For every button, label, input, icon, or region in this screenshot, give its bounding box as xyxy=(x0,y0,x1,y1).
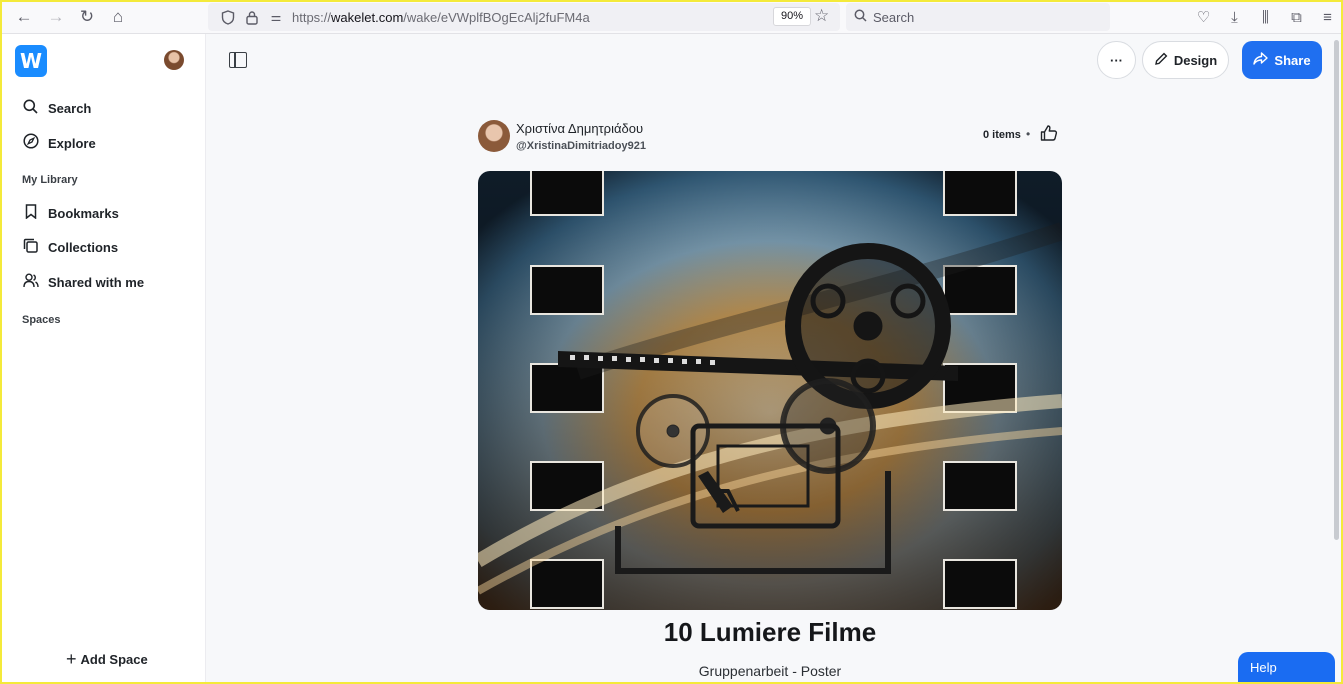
search-icon xyxy=(22,99,39,118)
home-icon[interactable]: ⌂ xyxy=(102,2,134,32)
sidebar-item-label: Bookmarks xyxy=(48,205,119,221)
url-text: https://wakelet.com/wake/eVWplfBOgEcAlj2… xyxy=(292,9,590,25)
extensions-icon[interactable]: ⧉ xyxy=(1281,9,1312,26)
design-label: Design xyxy=(1173,52,1218,68)
collection-cover-image xyxy=(478,171,1062,610)
user-avatar[interactable] xyxy=(164,50,184,70)
users-icon xyxy=(22,272,39,292)
pencil-icon xyxy=(1154,52,1168,69)
permissions-icon[interactable]: ⚌ xyxy=(264,10,288,24)
browser-search-input[interactable]: Search xyxy=(846,3,1110,31)
sidebar-item-label: Collections xyxy=(48,239,119,255)
download-icon[interactable]: ⤓ xyxy=(1219,9,1250,26)
sidebar-item-collections[interactable]: Collections xyxy=(22,236,118,258)
plus-icon: + xyxy=(66,649,77,669)
author-handle[interactable]: @XristinaDimitriadoy921 xyxy=(516,140,646,152)
pocket-icon[interactable]: ♡ xyxy=(1188,8,1219,26)
add-space-label: Add Space xyxy=(80,652,148,667)
reload-icon[interactable]: ↻ xyxy=(71,2,103,32)
design-button[interactable]: Design xyxy=(1142,41,1229,79)
search-icon xyxy=(854,9,867,25)
separator-dot: • xyxy=(1026,127,1031,141)
help-button[interactable]: Help xyxy=(1238,652,1335,684)
page-scrollbar[interactable] xyxy=(1334,40,1339,540)
share-button[interactable]: Share xyxy=(1242,41,1322,79)
sidebar-item-label: Shared with me xyxy=(48,274,145,290)
browser-toolbar: ← → ↻ ⌂ ⚌ https://wakelet.com/wake/eVWpl… xyxy=(0,0,1343,34)
collection-subtitle: Gruppenarbeit - Poster xyxy=(698,663,842,679)
collection-title: 10 Lumiere Filme xyxy=(663,617,877,647)
forward-arrow-icon[interactable]: → xyxy=(40,2,72,32)
shield-icon[interactable] xyxy=(216,9,240,25)
collections-icon xyxy=(22,238,39,257)
sidebar-item-shared[interactable]: Shared with me xyxy=(22,271,144,293)
sidebar-item-bookmarks[interactable]: Bookmarks xyxy=(22,202,119,224)
zoom-level-badge[interactable]: 90% xyxy=(773,7,812,26)
bookmark-icon xyxy=(22,203,39,223)
address-bar[interactable]: ⚌ https://wakelet.com/wake/eVWplfBOgEcAl… xyxy=(208,3,840,31)
browser-right-icons: ♡ ⤓ ⫼ ⧉ ≡ xyxy=(1188,0,1343,34)
section-spaces: Spaces xyxy=(22,314,61,326)
sidebar-item-label: Search xyxy=(48,100,92,116)
add-space-button[interactable]: + Add Space xyxy=(66,649,148,670)
sidebar: W Search Explore My Library Bookmarks Co… xyxy=(0,34,206,684)
author-name[interactable]: Χριστίνα Δημητριάδου xyxy=(516,121,643,136)
sidebar-item-label: Explore xyxy=(48,135,96,151)
search-placeholder: Search xyxy=(873,9,915,25)
sidebar-item-search[interactable]: Search xyxy=(22,97,91,119)
sidebar-item-explore[interactable]: Explore xyxy=(22,132,96,154)
compass-icon xyxy=(22,133,39,153)
thumbs-up-icon[interactable] xyxy=(1040,124,1058,147)
menu-icon[interactable]: ≡ xyxy=(1312,9,1343,26)
items-count: 0 items xyxy=(983,129,1021,141)
share-arrow-icon xyxy=(1253,52,1269,68)
library-icon[interactable]: ⫼ xyxy=(1250,9,1281,26)
lock-icon[interactable] xyxy=(240,10,264,25)
back-arrow-icon[interactable]: ← xyxy=(8,2,40,32)
wakelet-logo[interactable]: W xyxy=(15,45,47,77)
author-avatar[interactable] xyxy=(478,120,510,152)
share-label: Share xyxy=(1274,52,1311,68)
more-options-button[interactable]: ··· xyxy=(1097,41,1136,79)
more-label: ··· xyxy=(1110,52,1123,68)
bookmark-star-icon[interactable]: ☆ xyxy=(814,6,829,26)
sidebar-toggle-icon[interactable] xyxy=(229,52,247,68)
section-my-library: My Library xyxy=(22,174,78,186)
